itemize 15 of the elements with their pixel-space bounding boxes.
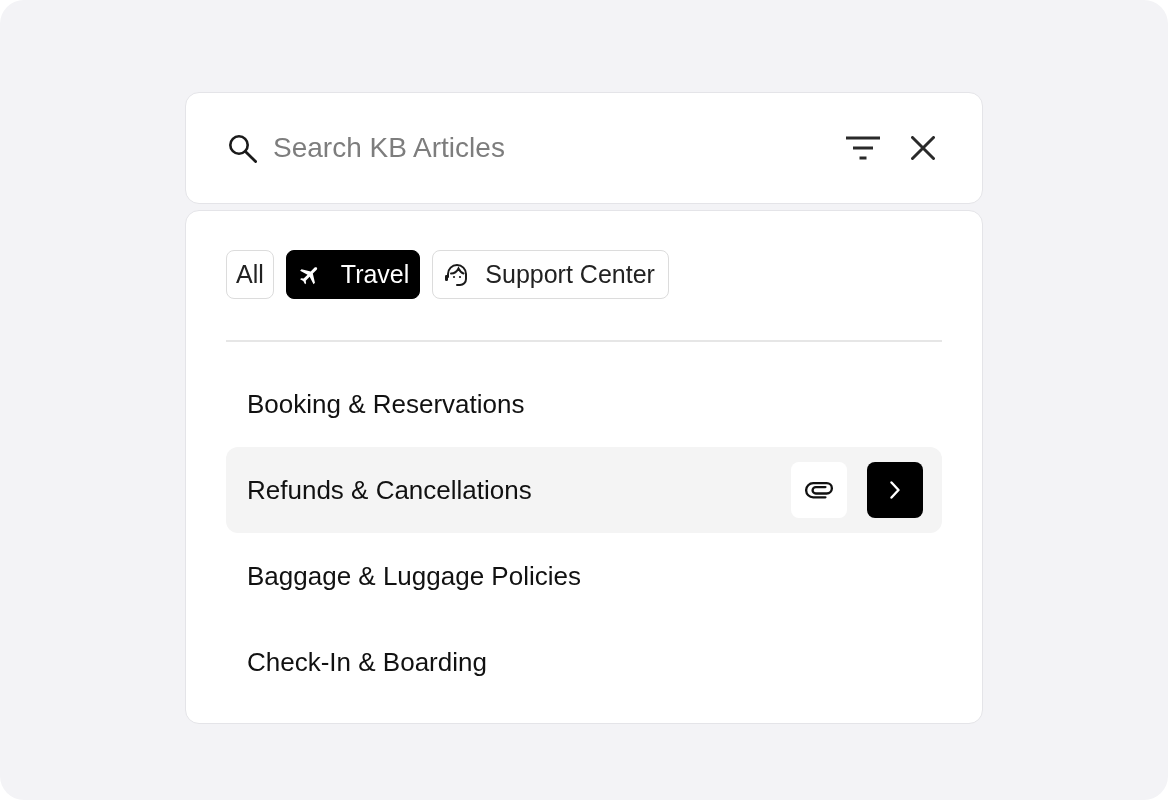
paperclip-icon (805, 481, 833, 499)
search-field[interactable]: Search KB Articles (273, 126, 845, 170)
search-bar[interactable]: Search KB Articles (185, 92, 983, 204)
close-button[interactable] (909, 134, 937, 162)
attach-button[interactable] (791, 462, 847, 518)
filter-chip[interactable]: All (226, 250, 274, 299)
filter-icon (846, 136, 880, 160)
close-icon (911, 136, 935, 160)
airplane-icon (299, 264, 320, 285)
open-article-button[interactable] (867, 462, 923, 518)
filter-chip[interactable]: Support Center (432, 250, 669, 299)
chevron-right-icon (890, 481, 900, 499)
search-icon (228, 133, 257, 163)
filter-chip[interactable]: Travel (285, 250, 421, 299)
article-item[interactable]: Refunds & Cancellations (226, 447, 942, 533)
